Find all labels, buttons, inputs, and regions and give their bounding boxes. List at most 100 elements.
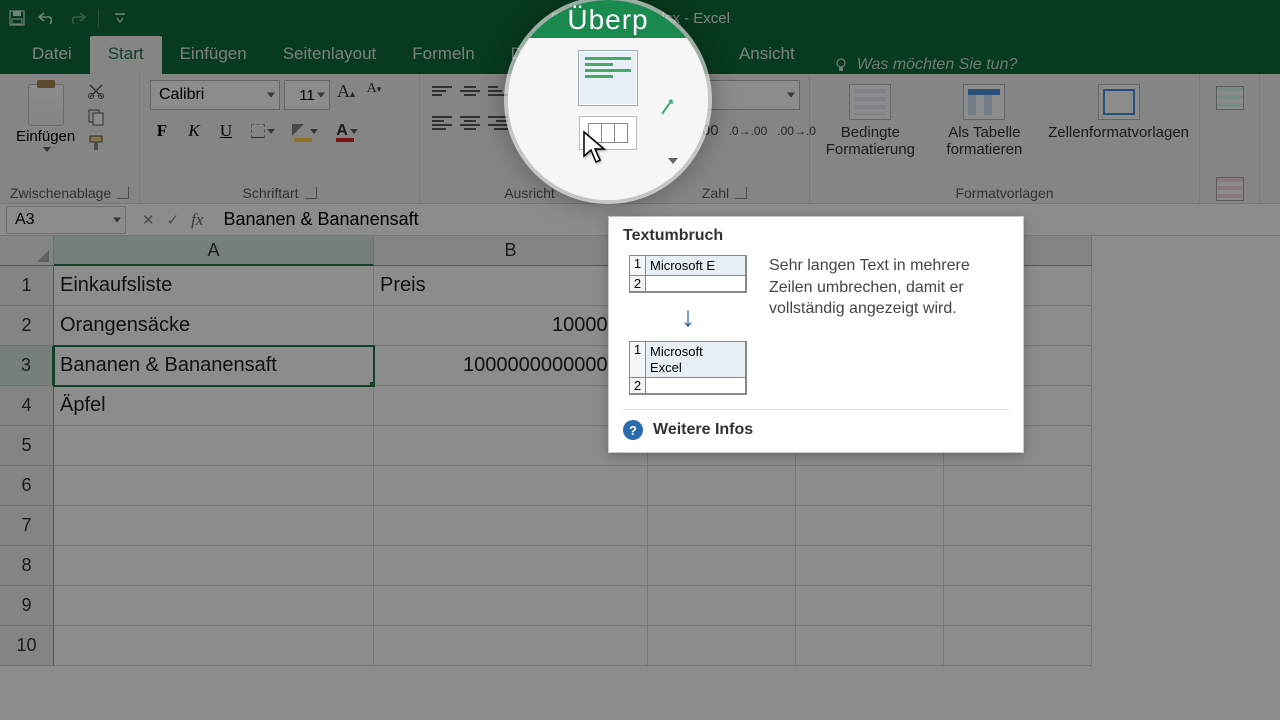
cancel-icon[interactable]: ✕ bbox=[142, 211, 155, 229]
conditional-formatting-button[interactable]: Bedingte Formatierung bbox=[820, 84, 921, 158]
fx-icon[interactable]: fx bbox=[191, 210, 203, 230]
increase-font-icon[interactable]: A▴ bbox=[334, 81, 358, 109]
cell[interactable] bbox=[796, 586, 944, 626]
cell[interactable] bbox=[648, 626, 796, 666]
cell-b2[interactable]: 10000000 bbox=[374, 306, 648, 346]
cell-a2[interactable]: Orangensäcke bbox=[54, 306, 374, 346]
cell[interactable] bbox=[944, 466, 1092, 506]
row-header[interactable]: 1 bbox=[0, 266, 54, 306]
tab-formulas[interactable]: Formeln bbox=[394, 36, 492, 74]
decrease-font-icon[interactable]: A▾ bbox=[362, 81, 386, 109]
bold-button[interactable]: F bbox=[150, 118, 174, 144]
cut-icon[interactable] bbox=[85, 82, 107, 100]
cell[interactable] bbox=[944, 586, 1092, 626]
cell[interactable] bbox=[648, 586, 796, 626]
cell[interactable] bbox=[374, 466, 648, 506]
enter-icon[interactable]: ✓ bbox=[167, 211, 180, 229]
cell[interactable] bbox=[374, 386, 648, 426]
tab-file[interactable]: Datei bbox=[14, 36, 90, 74]
cell[interactable] bbox=[944, 626, 1092, 666]
cell[interactable] bbox=[54, 426, 374, 466]
chevron-down-icon[interactable] bbox=[43, 147, 51, 152]
cell[interactable] bbox=[648, 466, 796, 506]
cell[interactable] bbox=[54, 626, 374, 666]
cell-a4[interactable]: Äpfel bbox=[54, 386, 374, 426]
cell[interactable] bbox=[796, 546, 944, 586]
qat-customize-icon[interactable] bbox=[111, 9, 129, 27]
cell[interactable] bbox=[796, 626, 944, 666]
increase-decimal-icon[interactable]: .0→.00 bbox=[729, 124, 768, 138]
cell-a1[interactable]: Einkaufsliste bbox=[54, 266, 374, 306]
cell[interactable] bbox=[54, 466, 374, 506]
cell[interactable] bbox=[944, 506, 1092, 546]
copy-icon[interactable] bbox=[85, 108, 107, 126]
row-header[interactable]: 9 bbox=[0, 586, 54, 626]
insert-cells-icon[interactable] bbox=[1216, 86, 1244, 110]
cell[interactable] bbox=[944, 546, 1092, 586]
tab-pagelayout[interactable]: Seitenlayout bbox=[265, 36, 395, 74]
borders-button[interactable] bbox=[246, 118, 280, 144]
cell-a3[interactable]: Bananen & Bananensaft bbox=[54, 346, 374, 386]
row-header[interactable]: 7 bbox=[0, 506, 54, 546]
align-center-icon[interactable] bbox=[458, 112, 482, 134]
italic-button[interactable]: K bbox=[182, 118, 206, 144]
font-size-dropdown[interactable]: 11 bbox=[284, 80, 330, 110]
tab-insert[interactable]: Einfügen bbox=[162, 36, 265, 74]
format-as-table-button[interactable]: Als Tabelle formatieren bbox=[939, 84, 1030, 158]
cell-styles-button[interactable]: Zellenformatvorlagen bbox=[1048, 84, 1189, 141]
cell-b3[interactable]: 1000000000000000 bbox=[374, 346, 648, 386]
dialog-launcher-icon[interactable] bbox=[735, 187, 747, 199]
chevron-down-icon[interactable] bbox=[350, 129, 358, 134]
cell[interactable] bbox=[374, 586, 648, 626]
cell[interactable] bbox=[648, 546, 796, 586]
row-header[interactable]: 10 bbox=[0, 626, 54, 666]
row-header[interactable]: 6 bbox=[0, 466, 54, 506]
tell-me-search[interactable]: Was möchten Sie tun? bbox=[833, 56, 1018, 74]
align-left-icon[interactable] bbox=[430, 112, 454, 134]
redo-icon[interactable] bbox=[68, 9, 86, 27]
cell[interactable] bbox=[648, 506, 796, 546]
name-box[interactable]: A3 bbox=[6, 206, 126, 234]
tab-home[interactable]: Start bbox=[90, 36, 162, 74]
row-header[interactable]: 5 bbox=[0, 426, 54, 466]
align-top-icon[interactable] bbox=[430, 80, 454, 102]
underline-button[interactable]: U bbox=[214, 118, 238, 144]
column-header-a[interactable]: A bbox=[54, 236, 374, 266]
align-middle-icon[interactable] bbox=[458, 80, 482, 102]
chevron-down-icon[interactable] bbox=[267, 129, 275, 134]
cell[interactable] bbox=[54, 506, 374, 546]
delete-cells-icon[interactable] bbox=[1216, 177, 1244, 201]
undo-icon[interactable] bbox=[38, 9, 56, 27]
row-header[interactable]: 4 bbox=[0, 386, 54, 426]
row-header[interactable]: 8 bbox=[0, 546, 54, 586]
column-header-b[interactable]: B bbox=[374, 236, 648, 266]
paste-button[interactable]: Einfügen bbox=[10, 80, 81, 156]
align-right-icon[interactable] bbox=[486, 112, 510, 134]
select-all-corner[interactable] bbox=[0, 236, 54, 266]
orientation-icon[interactable] bbox=[658, 96, 680, 118]
row-header[interactable]: 2 bbox=[0, 306, 54, 346]
cell[interactable] bbox=[374, 506, 648, 546]
dialog-launcher-icon[interactable] bbox=[117, 187, 129, 199]
save-icon[interactable] bbox=[8, 9, 26, 27]
cell[interactable] bbox=[374, 426, 648, 466]
align-bottom-icon[interactable] bbox=[486, 80, 510, 102]
font-name-dropdown[interactable]: Calibri bbox=[150, 80, 280, 110]
font-color-button[interactable]: A bbox=[330, 118, 364, 144]
cell[interactable] bbox=[796, 466, 944, 506]
chevron-down-icon[interactable] bbox=[310, 129, 318, 134]
cell[interactable] bbox=[374, 626, 648, 666]
cell[interactable] bbox=[54, 546, 374, 586]
wrap-text-button[interactable] bbox=[578, 50, 638, 106]
tab-view[interactable]: Ansicht bbox=[721, 36, 813, 74]
chevron-down-icon[interactable] bbox=[668, 158, 678, 164]
cell[interactable] bbox=[796, 506, 944, 546]
row-header[interactable]: 3 bbox=[0, 346, 54, 386]
cell-b1[interactable]: Preis bbox=[374, 266, 648, 306]
cell[interactable] bbox=[374, 546, 648, 586]
format-painter-icon[interactable] bbox=[85, 134, 107, 152]
tooltip-more-link[interactable]: Weitere Infos bbox=[653, 421, 753, 439]
fill-color-button[interactable] bbox=[288, 118, 322, 144]
cell[interactable] bbox=[54, 586, 374, 626]
dialog-launcher-icon[interactable] bbox=[305, 187, 317, 199]
